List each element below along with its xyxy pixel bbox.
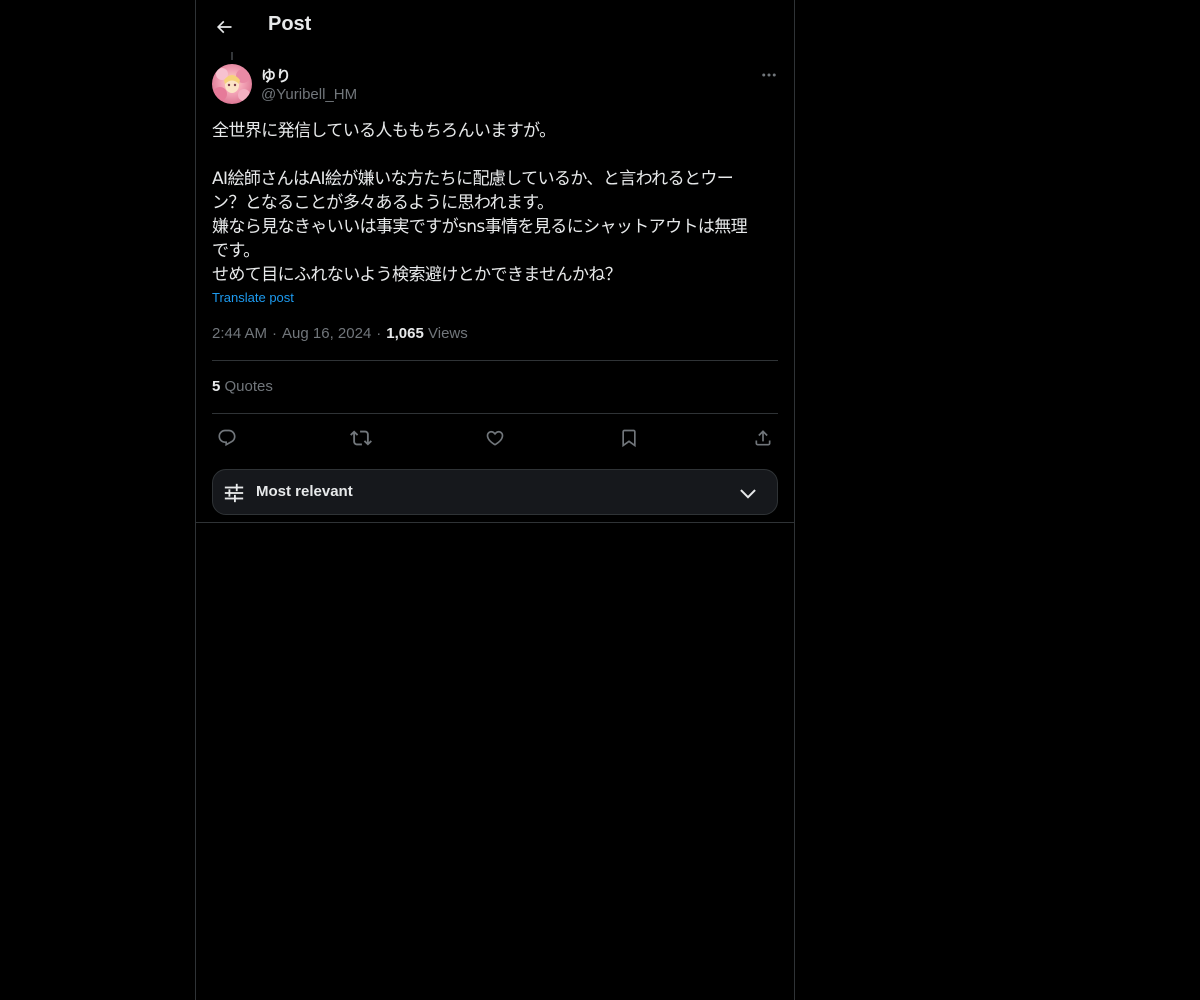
- quotes-count: 5: [212, 378, 221, 395]
- repost-button[interactable]: [347, 424, 375, 452]
- back-button[interactable]: [208, 11, 240, 43]
- post-metadata: 2:44 AM · Aug 16, 2024 · 1,065 Views: [212, 325, 468, 342]
- reply-button[interactable]: [213, 424, 241, 452]
- thread-connector: [231, 52, 233, 60]
- views-label: Views: [428, 325, 468, 342]
- bookmark-icon: [622, 429, 636, 448]
- share-button[interactable]: [749, 424, 777, 452]
- action-bar: [212, 424, 778, 452]
- main-column: Post ゆり @Yuribell_HM 全世界に発信している人ももちろんいます…: [195, 0, 795, 1000]
- divider: [212, 360, 778, 361]
- reply-sort-dropdown[interactable]: Most relevant: [212, 469, 778, 515]
- heart-icon: [486, 430, 504, 446]
- page-header: Post: [196, 0, 794, 54]
- separator-dot: ·: [376, 325, 382, 342]
- separator-dot: ·: [272, 325, 278, 342]
- post-time[interactable]: 2:44 AM: [212, 325, 267, 342]
- post-date[interactable]: Aug 16, 2024: [282, 325, 371, 342]
- author-handle[interactable]: @Yuribell_HM: [261, 86, 357, 103]
- more-options-button[interactable]: [754, 64, 784, 86]
- page-title: Post: [268, 13, 312, 35]
- more-horizontal-icon: [762, 73, 776, 77]
- chevron-down-icon: [740, 489, 756, 499]
- divider: [196, 522, 794, 523]
- post-text: 全世界に発信している人ももちろんいますが。 AI絵師さんはAI絵が嫌いな方たちに…: [212, 121, 748, 285]
- bookmark-button[interactable]: [615, 424, 643, 452]
- arrow-left-icon: [216, 20, 232, 34]
- avatar[interactable]: [212, 64, 252, 104]
- quotes-link[interactable]: 5 Quotes: [212, 378, 273, 395]
- quotes-label: Quotes: [224, 378, 273, 395]
- share-icon: [755, 430, 771, 446]
- filter-sliders-icon: [224, 483, 244, 503]
- repost-icon: [350, 430, 372, 446]
- views-count: 1,065: [386, 325, 424, 342]
- author-display-name[interactable]: ゆり: [261, 65, 291, 86]
- reply-icon: [218, 429, 236, 447]
- translate-post-link[interactable]: Translate post: [212, 290, 294, 305]
- divider: [212, 413, 778, 414]
- like-button[interactable]: [481, 424, 509, 452]
- avatar-image: [212, 64, 252, 104]
- sort-label: Most relevant: [256, 483, 353, 500]
